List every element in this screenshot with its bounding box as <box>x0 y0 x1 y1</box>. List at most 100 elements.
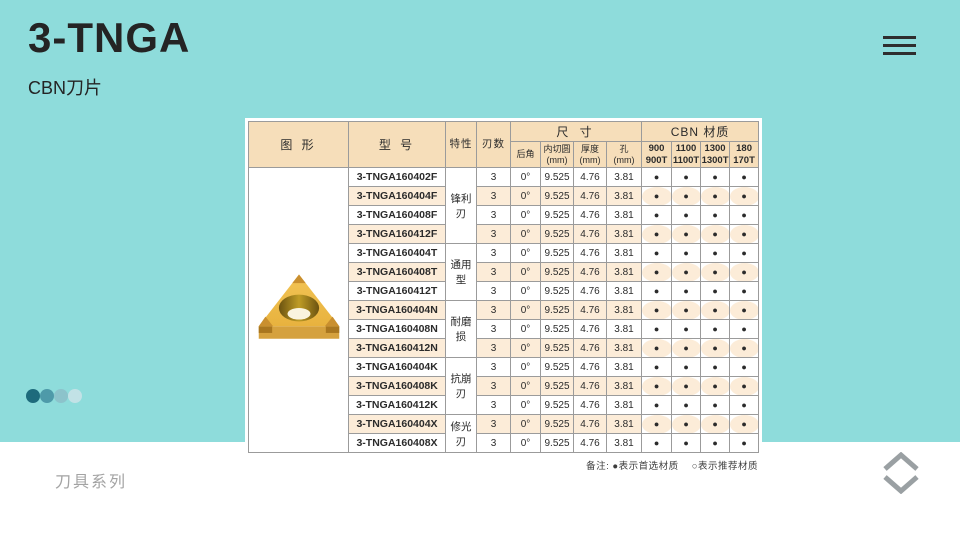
menu-bar <box>883 36 916 39</box>
edges-cell: 3 <box>477 187 511 206</box>
cbn-dot-cell: ● <box>642 225 672 244</box>
hole-cell: 3.81 <box>607 339 642 358</box>
cbn-dot-cell: ● <box>642 263 672 282</box>
thickness-cell: 4.76 <box>574 244 607 263</box>
model-cell: 3-TNGA160408T <box>349 263 446 282</box>
thickness-cell: 4.76 <box>574 225 607 244</box>
cbn-dot-cell: ● <box>642 168 672 187</box>
cbn-dot-cell: ● <box>701 377 730 396</box>
inscribed-circle-cell: 9.525 <box>541 263 574 282</box>
model-cell: 3-TNGA160412T <box>349 282 446 301</box>
cbn-dot-cell: ● <box>642 434 672 453</box>
header-cbn-1100: 1100 1100T <box>672 142 701 168</box>
inscribed-circle-cell: 9.525 <box>541 339 574 358</box>
cbn-dot-cell: ● <box>701 263 730 282</box>
hole-cell: 3.81 <box>607 282 642 301</box>
thickness-cell: 4.76 <box>574 263 607 282</box>
chevron-down-icon[interactable] <box>882 474 920 494</box>
cbn-dot-cell: ● <box>730 320 759 339</box>
edges-cell: 3 <box>477 301 511 320</box>
inscribed-circle-cell: 9.525 <box>541 415 574 434</box>
cbn-dot-cell: ● <box>701 358 730 377</box>
cbn-dot-cell: ● <box>672 301 701 320</box>
rear-angle-cell: 0° <box>511 320 541 339</box>
cbn-dot-cell: ● <box>672 206 701 225</box>
thickness-cell: 4.76 <box>574 206 607 225</box>
model-cell: 3-TNGA160404K <box>349 358 446 377</box>
edges-cell: 3 <box>477 263 511 282</box>
model-cell: 3-TNGA160404X <box>349 415 446 434</box>
pagination-dot-4[interactable] <box>68 389 82 403</box>
cbn-dot-cell: ● <box>642 301 672 320</box>
cbn-dot-cell: ● <box>701 168 730 187</box>
rear-angle-cell: 0° <box>511 225 541 244</box>
edges-cell: 3 <box>477 358 511 377</box>
cbn-dot-cell: ● <box>642 415 672 434</box>
thickness-cell: 4.76 <box>574 168 607 187</box>
cbn-dot-cell: ● <box>730 244 759 263</box>
cbn-dot-cell: ● <box>730 187 759 206</box>
feature-cell: 修光刃 <box>446 415 477 453</box>
header-dimensions: 尺 寸 <box>511 122 642 142</box>
hole-cell: 3.81 <box>607 168 642 187</box>
cbn-dot-cell: ● <box>642 282 672 301</box>
edges-cell: 3 <box>477 396 511 415</box>
cbn-dot-cell: ● <box>730 415 759 434</box>
rear-angle-cell: 0° <box>511 263 541 282</box>
insert-image-cell <box>249 168 349 453</box>
header-thickness: 厚度 (mm) <box>574 142 607 168</box>
inscribed-circle-cell: 9.525 <box>541 168 574 187</box>
cbn-dot-cell: ● <box>642 339 672 358</box>
rear-angle-cell: 0° <box>511 377 541 396</box>
cbn-dot-cell: ● <box>672 225 701 244</box>
inscribed-circle-cell: 9.525 <box>541 187 574 206</box>
cbn-dot-cell: ● <box>730 225 759 244</box>
inscribed-circle-cell: 9.525 <box>541 434 574 453</box>
cbn-dot-cell: ● <box>701 187 730 206</box>
cbn-dot-cell: ● <box>730 301 759 320</box>
hole-cell: 3.81 <box>607 225 642 244</box>
thickness-cell: 4.76 <box>574 301 607 320</box>
cbn-dot-cell: ● <box>701 396 730 415</box>
rear-angle-cell: 0° <box>511 301 541 320</box>
cbn-dot-cell: ● <box>642 320 672 339</box>
cbn-dot-cell: ● <box>730 263 759 282</box>
pagination-dot-1[interactable] <box>26 389 40 403</box>
thickness-cell: 4.76 <box>574 415 607 434</box>
edges-cell: 3 <box>477 244 511 263</box>
pagination-dot-3[interactable] <box>54 389 68 403</box>
cbn-dot-cell: ● <box>672 415 701 434</box>
chevron-up-icon[interactable] <box>882 452 920 472</box>
menu-bar <box>883 52 916 55</box>
cbn-dot-cell: ● <box>730 206 759 225</box>
inscribed-circle-cell: 9.525 <box>541 225 574 244</box>
model-cell: 3-TNGA160408N <box>349 320 446 339</box>
rear-angle-cell: 0° <box>511 396 541 415</box>
edges-cell: 3 <box>477 434 511 453</box>
thickness-cell: 4.76 <box>574 282 607 301</box>
header-hole: 孔 (mm) <box>607 142 642 168</box>
rear-angle-cell: 0° <box>511 434 541 453</box>
inscribed-circle-cell: 9.525 <box>541 244 574 263</box>
inscribed-circle-cell: 9.525 <box>541 301 574 320</box>
inscribed-circle-cell: 9.525 <box>541 282 574 301</box>
rear-angle-cell: 0° <box>511 187 541 206</box>
cbn-dot-cell: ● <box>642 358 672 377</box>
hole-cell: 3.81 <box>607 396 642 415</box>
feature-cell: 通用型 <box>446 244 477 301</box>
menu-icon[interactable] <box>883 36 916 55</box>
thickness-cell: 4.76 <box>574 434 607 453</box>
cbn-dot-cell: ● <box>642 244 672 263</box>
rear-angle-cell: 0° <box>511 206 541 225</box>
header-cbn-1300: 1300 1300T <box>701 142 730 168</box>
model-cell: 3-TNGA160404F <box>349 187 446 206</box>
cbn-dot-cell: ● <box>672 377 701 396</box>
hole-cell: 3.81 <box>607 301 642 320</box>
cbn-dot-cell: ● <box>730 358 759 377</box>
pagination-dot-2[interactable] <box>40 389 54 403</box>
header-cbn-180: 180 170T <box>730 142 759 168</box>
rear-angle-cell: 0° <box>511 282 541 301</box>
cbn-dot-cell: ● <box>701 282 730 301</box>
thickness-cell: 4.76 <box>574 320 607 339</box>
cbn-dot-cell: ● <box>642 396 672 415</box>
